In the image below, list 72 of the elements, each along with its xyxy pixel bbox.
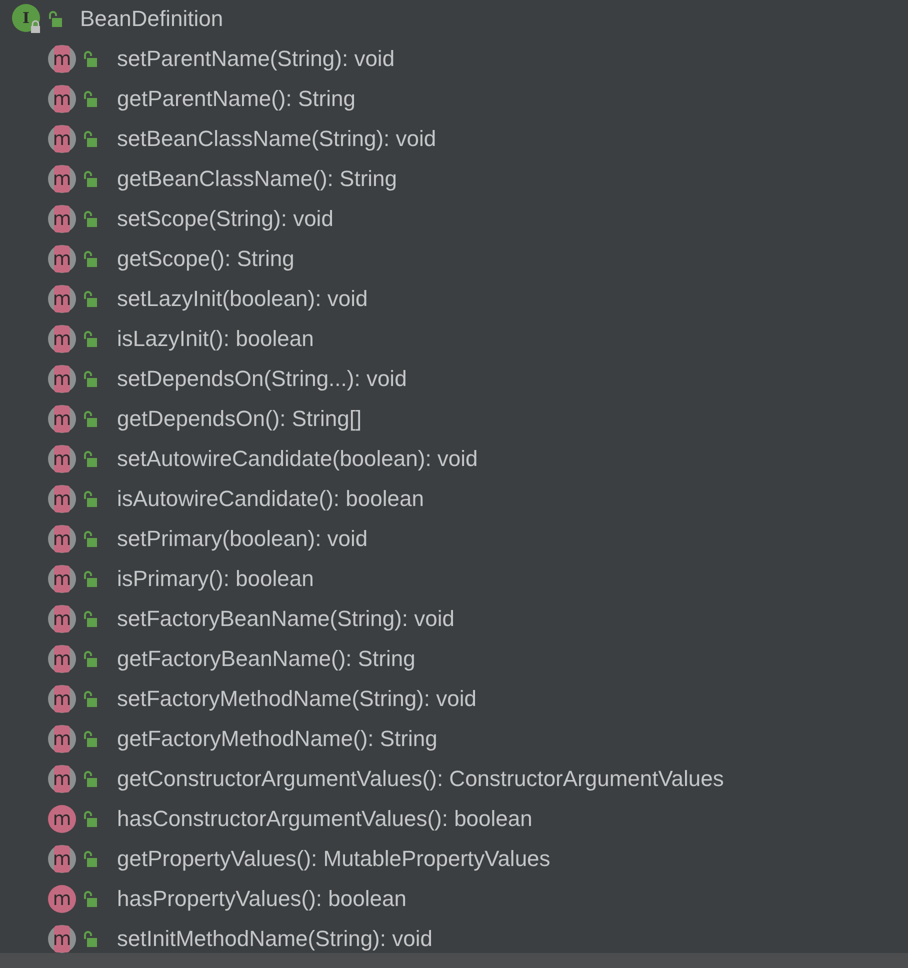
method-signature[interactable]: setFactoryBeanName(String): void <box>117 606 454 632</box>
method-signature[interactable]: getFactoryBeanName(): String <box>117 646 416 672</box>
method-icon: m <box>47 484 77 514</box>
method-icon: m <box>47 204 77 234</box>
lock-icon <box>83 370 97 388</box>
method-icon: m <box>47 764 77 794</box>
lock-icon <box>83 170 97 188</box>
method-icon: m <box>47 684 77 714</box>
method-signature[interactable]: getScope(): String <box>117 246 294 272</box>
lock-icon <box>83 210 97 228</box>
method-signature[interactable]: hasPropertyValues(): boolean <box>117 886 406 912</box>
lock-icon <box>48 10 62 28</box>
lock-icon <box>83 650 97 668</box>
interface-icon: I <box>12 4 42 34</box>
method-icon: m <box>47 284 77 314</box>
method-icon: m <box>47 84 77 114</box>
method-signature[interactable]: setParentName(String): void <box>117 46 395 72</box>
lock-icon <box>83 690 97 708</box>
lock-icon <box>83 610 97 628</box>
method-icon: m <box>47 244 77 274</box>
method-icon: m <box>47 804 77 834</box>
interface-name[interactable]: BeanDefinition <box>80 6 224 32</box>
method-icon: m <box>47 44 77 74</box>
method-signature[interactable]: getDependsOn(): String[] <box>117 406 362 432</box>
method-signature[interactable]: hasConstructorArgumentValues(): boolean <box>117 806 532 832</box>
lock-icon <box>83 90 97 108</box>
lock-icon <box>83 930 97 948</box>
method-icon: m <box>47 524 77 554</box>
method-icon: m <box>47 164 77 194</box>
lock-icon <box>83 570 97 588</box>
lock-icon <box>83 730 97 748</box>
method-icon: m <box>47 604 77 634</box>
method-icon: m <box>47 564 77 594</box>
method-signature[interactable]: getFactoryMethodName(): String <box>117 726 438 752</box>
lock-icon <box>83 850 97 868</box>
lock-icon <box>83 130 97 148</box>
method-icon: m <box>47 324 77 354</box>
lock-icon <box>83 250 97 268</box>
lock-icon <box>83 290 97 308</box>
method-signature[interactable]: isAutowireCandidate(): boolean <box>117 486 424 512</box>
lock-icon <box>83 330 97 348</box>
lock-icon <box>83 50 97 68</box>
lock-icon <box>83 410 97 428</box>
method-icon: m <box>47 924 77 953</box>
method-signature[interactable]: isLazyInit(): boolean <box>117 326 314 352</box>
method-signature[interactable]: getParentName(): String <box>117 86 356 112</box>
method-signature[interactable]: isPrimary(): boolean <box>117 566 314 592</box>
method-signature[interactable]: getPropertyValues(): MutablePropertyValues <box>117 846 550 872</box>
method-signature[interactable]: setLazyInit(boolean): void <box>117 286 368 312</box>
lock-icon <box>83 810 97 828</box>
method-icon: m <box>47 404 77 434</box>
lock-icon <box>83 530 97 548</box>
method-icon: m <box>47 844 77 874</box>
method-signature[interactable]: setInitMethodName(String): void <box>117 926 432 952</box>
method-signature[interactable]: setBeanClassName(String): void <box>117 126 436 152</box>
lock-icon <box>83 450 97 468</box>
method-signature[interactable]: getConstructorArgumentValues(): ConstructorArgumentValues <box>117 766 724 792</box>
method-icon: m <box>47 364 77 394</box>
method-signature[interactable]: setDependsOn(String...): void <box>117 366 407 392</box>
method-signature[interactable]: setAutowireCandidate(boolean): void <box>117 446 478 472</box>
method-signature[interactable]: setFactoryMethodName(String): void <box>117 686 476 712</box>
lock-icon <box>83 770 97 788</box>
method-icon: m <box>47 884 77 914</box>
method-signature[interactable]: setScope(String): void <box>117 206 334 232</box>
lock-icon <box>83 890 97 908</box>
method-icon: m <box>47 724 77 754</box>
method-icon: m <box>47 124 77 154</box>
lock-icon <box>83 490 97 508</box>
method-icon: m <box>47 644 77 674</box>
method-signature[interactable]: getBeanClassName(): String <box>117 166 398 192</box>
method-signature[interactable]: setPrimary(boolean): void <box>117 526 368 552</box>
method-icon: m <box>47 444 77 474</box>
